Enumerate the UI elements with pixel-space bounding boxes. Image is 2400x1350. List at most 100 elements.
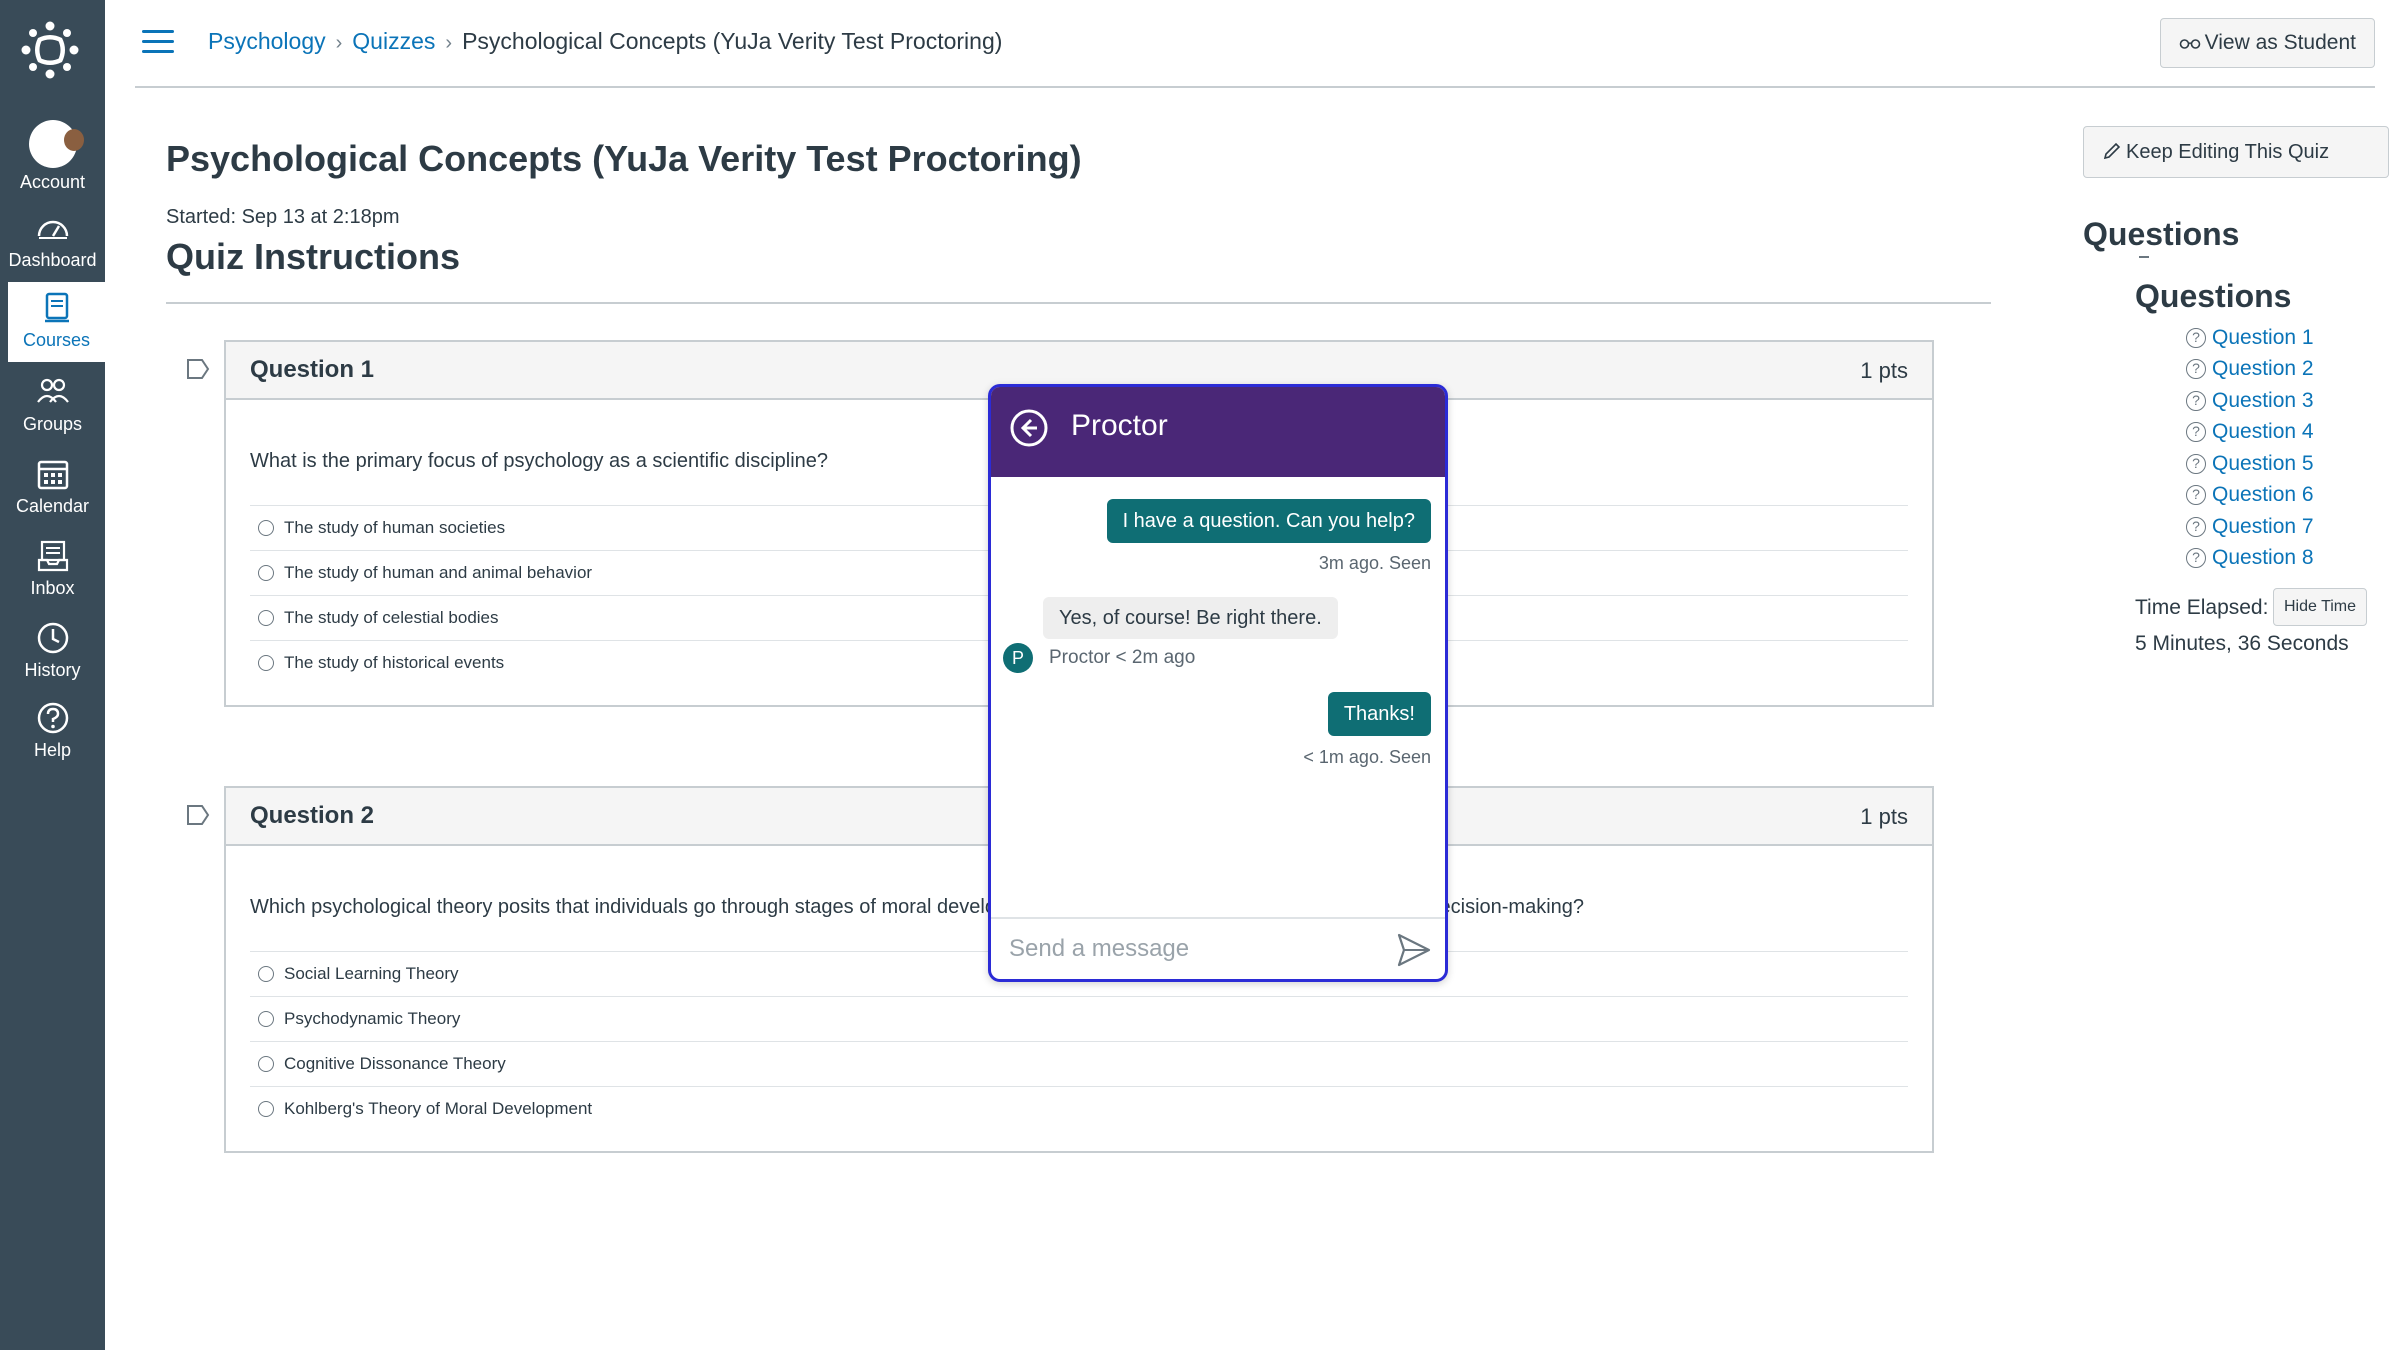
answer-label: Psychodynamic Theory xyxy=(284,1009,461,1028)
keep-editing-button[interactable]: Keep Editing This Quiz xyxy=(2083,126,2389,178)
question-name: Question 1 xyxy=(250,356,375,383)
groups-icon xyxy=(36,378,69,403)
question-link-label: Question 4 xyxy=(2212,420,2314,444)
question-link[interactable]: ? Question 2 xyxy=(2186,354,2314,386)
hide-time-button[interactable]: Hide Time xyxy=(2273,588,2368,626)
chat-input-bar xyxy=(991,917,1445,979)
time-elapsed-label: Time Elapsed: xyxy=(2135,596,2269,619)
nav-groups[interactable]: Groups xyxy=(0,366,105,446)
nav-calendar[interactable]: Calendar xyxy=(0,448,105,528)
avatar xyxy=(28,120,77,168)
question-link[interactable]: ? Question 3 xyxy=(2186,385,2314,417)
question-link-label: Question 6 xyxy=(2212,483,2314,507)
send-icon[interactable] xyxy=(1395,931,1433,969)
pencil-icon xyxy=(2103,142,2121,160)
nav-courses[interactable]: Courses xyxy=(8,282,105,362)
question-link-label: Question 2 xyxy=(2212,357,2314,381)
question-link[interactable]: ? Question 4 xyxy=(2186,417,2314,449)
time-elapsed-value: 5 Minutes, 36 Seconds xyxy=(2135,632,2349,655)
divider xyxy=(166,302,1991,304)
instructions-heading: Quiz Instructions xyxy=(166,236,461,277)
answer-label: Cognitive Dissonance Theory xyxy=(284,1054,506,1073)
answer-option[interactable]: Kohlberg's Theory of Moral Development xyxy=(250,1086,1908,1131)
nav-help-label: Help xyxy=(33,740,72,760)
nav-inbox[interactable]: Inbox xyxy=(0,530,105,610)
answer-label: The study of human and animal behavior xyxy=(284,563,593,582)
breadcrumb-current: Psychological Concepts (YuJa Verity Test… xyxy=(462,28,1003,54)
nav-account[interactable]: Account xyxy=(0,112,105,192)
question-mark-icon: ? xyxy=(2186,485,2206,506)
hamburger-menu-icon[interactable] xyxy=(142,30,174,56)
radio-button[interactable] xyxy=(258,1011,274,1027)
nav-help[interactable]: Help xyxy=(0,692,105,772)
nav-history[interactable]: History xyxy=(0,612,105,692)
breadcrumb-psychology[interactable]: Psychology xyxy=(208,28,326,54)
question-points: 1 pts xyxy=(1860,358,1908,383)
page-title: Psychological Concepts (YuJa Verity Test… xyxy=(166,138,1082,179)
question-mark-icon: ? xyxy=(2186,327,2206,348)
breadcrumb-separator-icon: › xyxy=(335,32,343,54)
question-link[interactable]: ? Question 1 xyxy=(2186,322,2314,354)
calendar-icon xyxy=(37,460,68,490)
question-name: Question 2 xyxy=(250,802,375,829)
nav-history-label: History xyxy=(24,660,81,680)
radio-button[interactable] xyxy=(258,655,274,671)
answer-label: The study of celestial bodies xyxy=(284,608,499,627)
started-time: Started: Sep 13 at 2:18pm xyxy=(166,206,400,228)
nav-dashboard-label: Dashboard xyxy=(8,250,97,270)
global-nav: Account Dashboard Courses Groups Calenda… xyxy=(0,0,105,1350)
breadcrumb-quizzes[interactable]: Quizzes xyxy=(352,28,435,54)
nav-calendar-label: Calendar xyxy=(15,496,90,516)
flag-question-icon[interactable] xyxy=(186,358,210,380)
answer-label: The study of human societies xyxy=(284,518,506,537)
question-link[interactable]: ? Question 7 xyxy=(2186,511,2314,543)
question-link[interactable]: ? Question 8 xyxy=(2186,543,2314,575)
radio-button[interactable] xyxy=(258,1101,274,1117)
chat-message-sent: Thanks! xyxy=(1327,692,1431,736)
radio-button[interactable] xyxy=(258,565,274,581)
question-mark-icon: ? xyxy=(2186,359,2206,380)
radio-button[interactable] xyxy=(258,520,274,536)
question-link-label: Question 7 xyxy=(2212,514,2314,538)
message-input[interactable] xyxy=(1009,929,1369,969)
question-points: 1 pts xyxy=(1860,804,1908,829)
nav-dashboard[interactable]: Dashboard xyxy=(0,202,105,282)
nav-account-label: Account xyxy=(19,172,86,192)
question-link-label: Question 1 xyxy=(2212,325,2314,349)
question-mark-icon: ? xyxy=(2186,390,2206,411)
answer-option[interactable]: Cognitive Dissonance Theory xyxy=(250,1041,1908,1086)
glasses-icon xyxy=(2179,39,2200,49)
question-link-label: Question 8 xyxy=(2212,546,2314,570)
question-mark-icon: ? xyxy=(2186,422,2206,443)
view-as-student-button[interactable]: View as Student xyxy=(2159,18,2375,68)
answer-label: The study of historical events xyxy=(284,653,505,672)
radio-button[interactable] xyxy=(258,1056,274,1072)
chat-header: Proctor xyxy=(991,387,1445,477)
help-icon xyxy=(37,702,68,734)
question-link-label: Question 5 xyxy=(2212,451,2314,475)
inbox-icon xyxy=(37,540,68,572)
chat-message-meta: Proctor < 2m ago xyxy=(1049,647,1196,668)
back-arrow-icon[interactable] xyxy=(1009,408,1049,448)
chat-title: Proctor xyxy=(1071,409,1168,442)
keep-editing-label: Keep Editing This Quiz xyxy=(2126,141,2330,163)
flag-question-icon[interactable] xyxy=(186,804,210,826)
nav-courses-label: Courses xyxy=(22,330,91,350)
answer-option[interactable]: Psychodynamic Theory xyxy=(250,996,1908,1041)
breadcrumb: Psychology › Quizzes › Psychological Concept… xyxy=(208,28,1002,55)
radio-button[interactable] xyxy=(258,610,274,626)
dashboard-icon xyxy=(37,220,68,239)
canvas-logo-icon[interactable] xyxy=(20,20,80,80)
question-mark-icon: ? xyxy=(2186,453,2206,474)
view-as-student-label: View as Student xyxy=(2204,31,2356,54)
chat-message-sent: I have a question. Can you help? xyxy=(1106,499,1431,543)
question-link[interactable]: ? Question 5 xyxy=(2186,448,2314,480)
question-mark-icon: ? xyxy=(2186,548,2206,569)
question-link-list: ? Question 1 ? Question 2 ? Question 3 ? Que… xyxy=(2186,322,2314,574)
answer-label: Kohlberg's Theory of Moral Development xyxy=(284,1099,593,1118)
question-link[interactable]: ? Question 6 xyxy=(2186,480,2314,512)
sidebar-heading: Questions xyxy=(2083,216,2240,252)
radio-button[interactable] xyxy=(258,966,274,982)
nav-groups-label: Groups xyxy=(22,414,83,434)
chat-message-meta: < 1m ago. Seen xyxy=(1303,747,1431,767)
